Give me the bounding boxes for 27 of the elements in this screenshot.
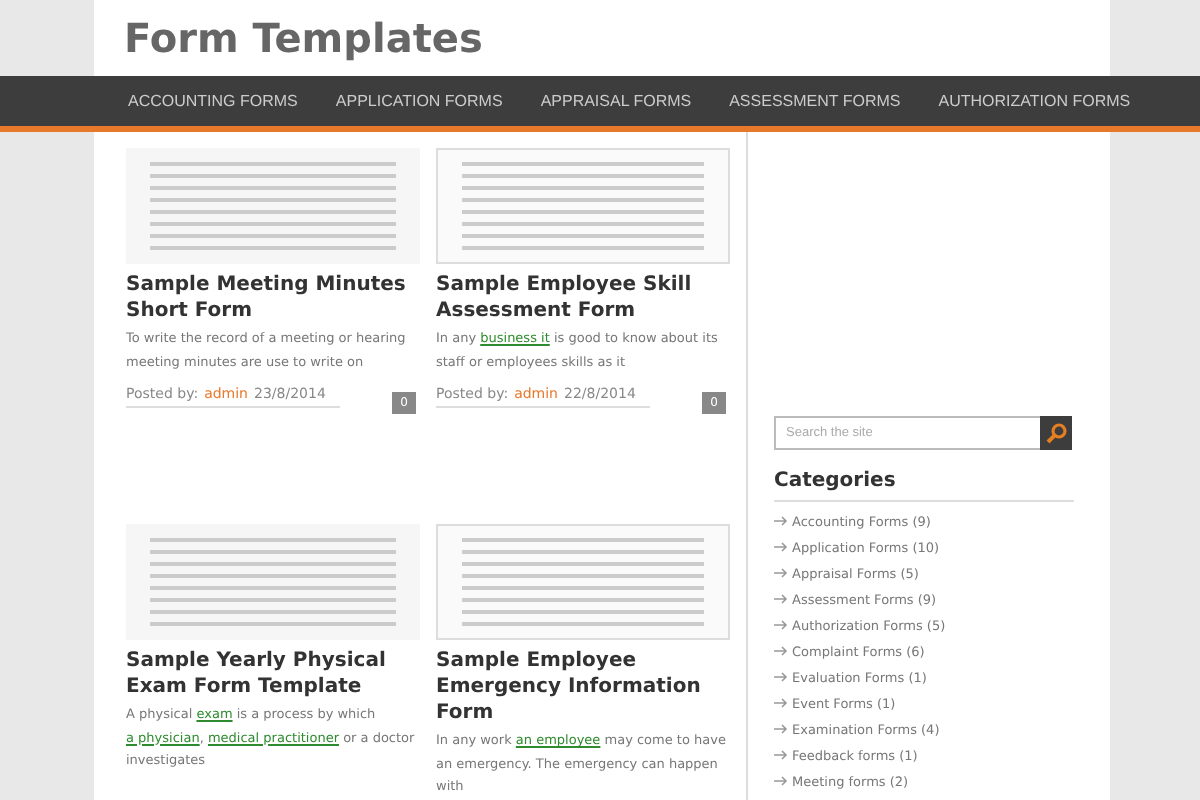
arrow-icon	[774, 646, 788, 656]
nav-link[interactable]: APPRAISAL FORMS	[540, 92, 692, 110]
arrow-icon	[774, 698, 788, 708]
arrow-icon	[774, 542, 788, 552]
post-title[interactable]: Sample Employee Skill Assessment Form	[436, 272, 730, 324]
document-thumbnail[interactable]	[126, 148, 420, 264]
arrow-icon	[774, 568, 788, 578]
arrow-icon	[774, 750, 788, 760]
search-button[interactable]	[1040, 416, 1072, 450]
arrow-icon	[774, 672, 788, 682]
post-title[interactable]: Sample Yearly Physical Exam Form Template	[126, 648, 420, 700]
post-title[interactable]: Sample Employee Emergency Information Form	[436, 648, 730, 726]
arrow-icon	[774, 516, 788, 526]
arrow-icon	[774, 620, 788, 630]
nav-link[interactable]: APPLICATION FORMS	[335, 92, 503, 110]
categories-heading: Categories	[774, 470, 1074, 502]
arrow-icon	[774, 776, 788, 786]
nav-link[interactable]: AUTHORIZATION FORMS	[938, 92, 1131, 110]
document-thumbnail[interactable]	[126, 524, 420, 640]
arrow-icon	[774, 724, 788, 734]
post-title[interactable]: Sample Meeting Minutes Short Form	[126, 272, 420, 324]
document-thumbnail[interactable]	[436, 524, 730, 640]
document-thumbnail[interactable]	[436, 148, 730, 264]
arrow-icon	[774, 594, 788, 604]
nav-link[interactable]: ACCOUNTING FORMS	[128, 92, 298, 110]
search-icon	[1045, 422, 1067, 444]
nav-link[interactable]: ASSESSMENT FORMS	[729, 92, 901, 110]
